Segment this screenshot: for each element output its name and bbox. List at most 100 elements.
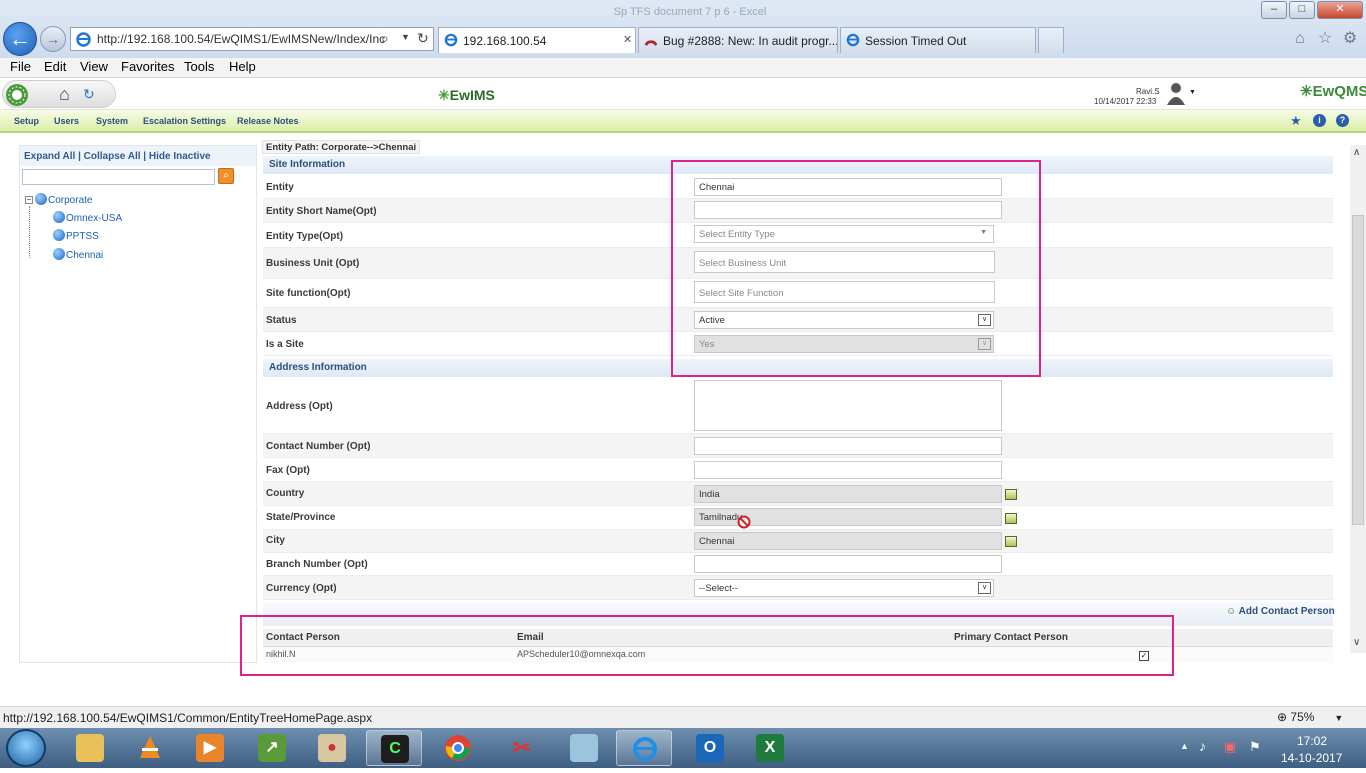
menu-favorites[interactable]: Favorites bbox=[121, 59, 174, 74]
menu-edit[interactable]: Edit bbox=[44, 59, 66, 74]
tree-line bbox=[29, 206, 30, 258]
user-avatar-icon[interactable] bbox=[1166, 81, 1186, 105]
close-window-button[interactable]: ✕ bbox=[1317, 1, 1363, 19]
address-bar[interactable]: http://192.168.100.54/EwQIMS1/EwIMSNew/I… bbox=[70, 27, 434, 51]
scissors-icon: ✂ bbox=[512, 735, 532, 760]
city-lookup-icon[interactable] bbox=[1005, 536, 1017, 547]
nav-users[interactable]: Users bbox=[54, 116, 79, 126]
volume-icon[interactable]: ♪ bbox=[1199, 738, 1206, 754]
help-icon[interactable]: ? bbox=[1336, 114, 1349, 127]
new-tab-button[interactable] bbox=[1038, 27, 1064, 53]
back-button[interactable]: ← bbox=[3, 22, 37, 56]
ie-tab-icon bbox=[846, 33, 860, 47]
forward-button[interactable]: → bbox=[40, 26, 66, 52]
scroll-down-icon[interactable]: ∨ bbox=[1353, 637, 1360, 648]
country-lookup-icon[interactable] bbox=[1005, 489, 1017, 500]
ewims-logo: ✳EwIMS bbox=[438, 87, 495, 103]
maximize-button[interactable]: □ bbox=[1289, 1, 1315, 19]
taskbar-internet-explorer[interactable] bbox=[616, 730, 672, 766]
taskbar-vlc[interactable] bbox=[122, 730, 178, 766]
ie-tab-icon bbox=[444, 33, 458, 47]
close-tab-icon[interactable]: ✕ bbox=[623, 33, 632, 46]
app-sun-logo-icon bbox=[6, 84, 28, 106]
search-icon[interactable]: ⌕ bbox=[381, 30, 389, 47]
tray-expand-icon[interactable]: ▲ bbox=[1180, 741, 1189, 751]
favorites-star-icon[interactable]: ☆ bbox=[1316, 30, 1334, 48]
row-branch-number: Branch Number (Opt) bbox=[263, 553, 1333, 576]
tab-192-168-100-54[interactable]: 192.168.100.54 ✕ bbox=[438, 27, 636, 53]
refresh-icon[interactable]: ↻ bbox=[417, 30, 429, 47]
tree-node-omnex-usa[interactable]: Omnex-USA bbox=[53, 211, 122, 224]
add-contact-person-button[interactable]: ☺ Add Contact Person bbox=[1226, 606, 1335, 617]
tree-search-input[interactable] bbox=[22, 169, 215, 185]
home-icon[interactable]: ⌂ bbox=[1291, 30, 1309, 48]
taskbar-project[interactable]: ↗ bbox=[244, 730, 300, 766]
taskbar-explorer[interactable] bbox=[62, 730, 118, 766]
taskbar-paint[interactable]: ● bbox=[304, 730, 360, 766]
tab-session-timed-out[interactable]: Session Timed Out bbox=[840, 27, 1036, 53]
start-button[interactable] bbox=[6, 729, 46, 767]
menu-tools[interactable]: Tools bbox=[184, 59, 214, 74]
excel-icon: X bbox=[756, 734, 784, 762]
taskbar-chrome[interactable] bbox=[430, 730, 486, 766]
tree-search-button[interactable]: ⌕ bbox=[218, 168, 234, 184]
notepad-icon bbox=[570, 734, 598, 762]
nav-setup[interactable]: Setup bbox=[14, 116, 39, 126]
branch-number-label: Branch Number (Opt) bbox=[266, 559, 368, 570]
row-address: Address (Opt) bbox=[263, 377, 1333, 434]
info-icon[interactable]: i bbox=[1313, 114, 1326, 127]
scrollbar-thumb[interactable] bbox=[1352, 215, 1364, 525]
currency-label: Currency (Opt) bbox=[266, 583, 337, 594]
tree-node-chennai[interactable]: Chennai bbox=[53, 248, 103, 261]
contact-number-input[interactable] bbox=[694, 437, 1002, 455]
settings-gear-icon[interactable]: ⚙ bbox=[1341, 30, 1359, 48]
taskbar-excel[interactable]: X bbox=[742, 730, 798, 766]
home-icon[interactable]: ⌂ bbox=[59, 84, 70, 105]
menu-bar: File Edit View Favorites Tools Help bbox=[0, 58, 1366, 78]
tree-actions[interactable]: Expand All | Collapse All | Hide Inactiv… bbox=[24, 151, 211, 162]
address-textarea[interactable] bbox=[694, 380, 1002, 431]
user-menu-chevron-icon[interactable]: ▼ bbox=[1189, 89, 1196, 96]
action-center-icon[interactable]: ⚑ bbox=[1249, 739, 1261, 755]
status-bar: http://192.168.100.54/EwQIMS1/Common/Ent… bbox=[0, 706, 1366, 728]
taskbar-snipping[interactable]: ✂ bbox=[494, 730, 550, 766]
state-lookup-icon[interactable] bbox=[1005, 513, 1017, 524]
add-user-icon: ☺ bbox=[1226, 606, 1237, 617]
tree-node-corporate[interactable]: Corporate bbox=[35, 193, 92, 206]
highlight-contact-grid bbox=[240, 615, 1174, 676]
scroll-up-icon[interactable]: ∧ bbox=[1353, 147, 1360, 158]
taskbar-greenshot[interactable]: C bbox=[366, 730, 422, 766]
tree-node-pptss[interactable]: PPTSS bbox=[53, 229, 99, 242]
address-text: http://192.168.100.54/EwQIMS1/EwIMSNew/I… bbox=[97, 32, 386, 46]
currency-select[interactable]: --Select-- ∨ bbox=[694, 579, 994, 597]
sun-small-icon: ✳ bbox=[1300, 83, 1313, 100]
ie-page-icon bbox=[76, 32, 91, 47]
redmine-icon bbox=[644, 40, 658, 46]
pin-icon[interactable]: ★ bbox=[1290, 113, 1302, 129]
clock-date[interactable]: 14-10-2017 bbox=[1281, 751, 1342, 765]
collapse-node-icon[interactable]: − bbox=[25, 196, 33, 204]
chevron-down-icon[interactable]: ▼ bbox=[401, 32, 410, 42]
nav-escalation-settings[interactable]: Escalation Settings bbox=[143, 116, 226, 126]
fax-input[interactable] bbox=[694, 461, 1002, 479]
network-icon[interactable]: ▣ bbox=[1224, 739, 1236, 755]
is-a-site-label: Is a Site bbox=[266, 339, 304, 350]
nav-release-notes[interactable]: Release Notes bbox=[237, 116, 299, 126]
header-toolbar: ⌂ ↻ bbox=[2, 80, 116, 108]
zoom-level[interactable]: ⊕ 75% ▼ bbox=[1277, 710, 1343, 724]
taskbar-notepad[interactable] bbox=[556, 730, 612, 766]
site-function-label: Site function(Opt) bbox=[266, 288, 351, 299]
tab-bug-2888[interactable]: Bug #2888: New: In audit progr... bbox=[638, 27, 838, 53]
taskbar-media-player[interactable]: ▶ bbox=[182, 730, 238, 766]
refresh-app-icon[interactable]: ↻ bbox=[83, 86, 95, 103]
menu-help[interactable]: Help bbox=[229, 59, 256, 74]
branch-number-input[interactable] bbox=[694, 555, 1002, 573]
minimize-button[interactable]: – bbox=[1261, 1, 1287, 19]
nav-system[interactable]: System bbox=[96, 116, 128, 126]
app-header: ⌂ ↻ ✳EwIMS ▼ bbox=[0, 78, 1366, 110]
not-allowed-cursor-icon bbox=[737, 515, 751, 529]
clock-time[interactable]: 17:02 bbox=[1297, 734, 1327, 748]
menu-view[interactable]: View bbox=[80, 59, 108, 74]
menu-file[interactable]: File bbox=[10, 59, 31, 74]
taskbar-outlook[interactable]: O bbox=[682, 730, 738, 766]
